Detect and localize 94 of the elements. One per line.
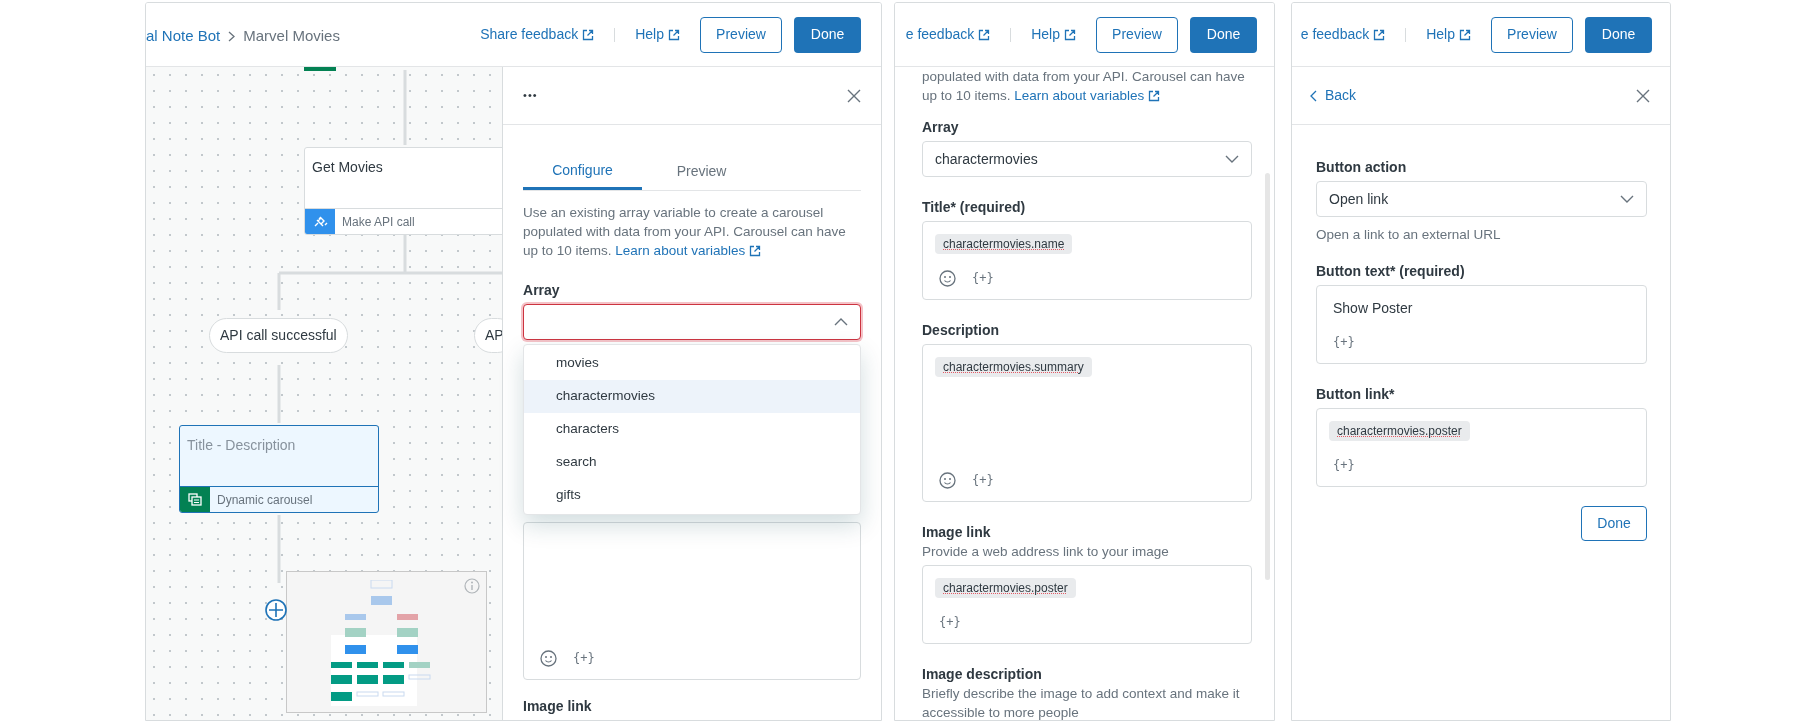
text-editor-field[interactable]: charactermovies.summary {+}	[922, 344, 1252, 502]
insert-variable-button[interactable]: {+}	[972, 471, 994, 489]
dropdown-option[interactable]: charactermovies	[524, 380, 860, 413]
chevron-up-icon	[834, 318, 848, 326]
back-link[interactable]: Back	[1310, 85, 1357, 106]
node-fragment	[304, 67, 336, 71]
field-hint: Briefly describe the image to add context and make it accessible to more people	[922, 685, 1241, 720]
dropdown-option[interactable]: search	[524, 446, 860, 479]
plug-icon	[305, 208, 335, 234]
field-label: Image link	[523, 698, 593, 714]
connector-line	[277, 515, 281, 583]
insert-variable-button[interactable]: {+}	[1333, 333, 1355, 352]
field-hint: Provide a web address link to your image	[922, 543, 1170, 561]
more-options-button[interactable]: •••	[523, 87, 538, 104]
select-field[interactable]: charactermovies	[922, 141, 1252, 177]
variable-tag: charactermovies.poster	[1329, 421, 1470, 442]
select-field[interactable]: Open link	[1316, 181, 1647, 217]
dropdown-option[interactable]: characters	[524, 413, 860, 446]
text-editor-field[interactable]: charactermovies.name {+}	[922, 221, 1252, 300]
insert-variable-button[interactable]: {+}	[573, 649, 595, 667]
field-label: Image link	[922, 524, 992, 540]
feedback-link[interactable]: e feedback	[1300, 24, 1386, 45]
done-button[interactable]: Done	[1190, 16, 1257, 53]
learn-link[interactable]: Learn about variables	[615, 241, 762, 260]
editor-text: Show Poster	[1332, 299, 1414, 319]
variable-tag: charactermovies.poster	[935, 578, 1076, 598]
chevron-down-icon	[1225, 155, 1239, 163]
preview-button[interactable]: Preview	[1491, 16, 1573, 53]
dropdown-option[interactable]: movies	[524, 347, 860, 380]
branch-label[interactable]: API call successful	[209, 318, 348, 353]
field-label: Image description	[922, 666, 1043, 682]
field-label: Description	[922, 322, 1000, 338]
chevron-left-icon	[1310, 89, 1317, 102]
branch-label[interactable]: AP	[474, 318, 503, 353]
select-field[interactable]	[523, 304, 861, 340]
learn-link[interactable]: Learn about variables	[1014, 86, 1161, 105]
flow-node[interactable]: Get Movies Make API call	[304, 147, 503, 235]
chevron-right-icon	[228, 30, 236, 42]
external-link-icon	[668, 28, 680, 41]
tab[interactable]: Preview	[642, 153, 762, 190]
preview-button[interactable]: Preview	[700, 16, 782, 53]
node-title: Title - Description	[186, 436, 297, 455]
emoji-icon[interactable]	[540, 649, 558, 667]
field-label: Array	[523, 282, 561, 298]
field-label: Button action	[1316, 159, 1408, 175]
done-button[interactable]: Done	[794, 16, 861, 53]
external-link-icon	[582, 28, 595, 41]
emoji-icon[interactable]	[939, 471, 956, 489]
variable-tag: charactermovies.summary	[935, 357, 1092, 377]
close-icon[interactable]	[1636, 88, 1650, 103]
scrollbar[interactable]	[1265, 173, 1270, 580]
insert-variable-button[interactable]: {+}	[1333, 456, 1355, 475]
external-link-icon	[1459, 28, 1471, 41]
chevron-down-icon	[1620, 195, 1634, 203]
carousel-icon	[180, 486, 210, 512]
done-button[interactable]: Done	[1585, 16, 1652, 53]
description-text: populated with data from your API. Carousel can have up to 10 items. Learn about variables	[922, 68, 1246, 105]
close-icon[interactable]	[847, 88, 861, 103]
dropdown-option[interactable]: gifts	[524, 479, 860, 512]
text-editor-field[interactable]: charactermovies.poster {+}	[1316, 408, 1647, 488]
flow-node[interactable]: Title - Description Dynamic carousel	[179, 425, 379, 513]
feedback-link[interactable]: e feedback	[905, 24, 991, 45]
field-label: Array	[922, 119, 960, 135]
node-title: Get Movies	[311, 158, 384, 177]
tab[interactable]: Configure	[523, 153, 643, 190]
node-type-label: Make API call	[342, 213, 415, 231]
field-label: Title* (required)	[922, 199, 1027, 215]
help-link[interactable]: Help	[1426, 24, 1471, 45]
insert-variable-button[interactable]: {+}	[972, 269, 994, 287]
emoji-icon[interactable]	[939, 269, 956, 287]
node-type-label: Dynamic carousel	[217, 491, 313, 509]
field-label: Button link*	[1316, 386, 1396, 403]
help-link[interactable]: Help	[635, 24, 680, 45]
feedback-link[interactable]: Share feedback	[480, 24, 595, 45]
text-editor-field[interactable]: charactermovies.poster {+}	[922, 565, 1252, 644]
field-label: Button text* (required)	[1316, 263, 1466, 280]
variable-tag: charactermovies.name	[935, 234, 1073, 254]
external-link-icon	[749, 244, 762, 257]
external-link-icon	[1373, 28, 1386, 41]
text-editor-field[interactable]: {+}	[523, 522, 861, 680]
external-link-icon	[1148, 89, 1161, 102]
text-editor-field[interactable]: Show Poster {+}	[1316, 285, 1647, 365]
help-link[interactable]: Help	[1031, 24, 1076, 45]
breadcrumb-current: Marvel Movies	[243, 26, 340, 46]
field-hint: Open a link to an external URL	[1316, 226, 1502, 244]
external-link-icon	[1064, 28, 1076, 41]
external-link-icon	[978, 28, 991, 41]
preview-button[interactable]: Preview	[1096, 16, 1178, 53]
breadcrumb-link[interactable]: al Note Bot	[146, 25, 221, 48]
description-text: Use an existing array variable to create a carousel populated with data from your API. Carousel can have up to 10 items. Learn about variables	[523, 204, 847, 260]
connector-line	[277, 365, 281, 423]
add-step-icon[interactable]	[265, 599, 287, 621]
done-button[interactable]: Done	[1581, 506, 1647, 542]
insert-variable-button[interactable]: {+}	[939, 613, 961, 631]
